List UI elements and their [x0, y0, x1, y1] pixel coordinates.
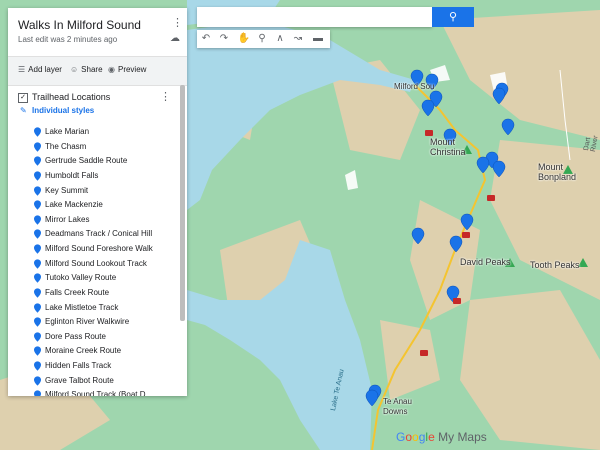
map-pin-icon	[34, 244, 41, 254]
list-item[interactable]: Milford Sound Foreshore Walk	[8, 241, 180, 256]
list-item-label: Humboldt Falls	[45, 170, 99, 180]
list-item[interactable]: Tutoko Valley Route	[8, 270, 180, 285]
list-item[interactable]: Key Summit	[8, 183, 180, 198]
map-pin-icon	[34, 141, 41, 152]
list-item-label: Milford Sound Foreshore Walk	[45, 244, 153, 253]
list-item[interactable]: Moraine Creek Route	[8, 343, 180, 358]
map-pin-icon	[34, 171, 41, 181]
map-pin-icon	[34, 127, 41, 137]
search-input[interactable]	[197, 7, 432, 27]
map-pin-icon	[34, 229, 41, 240]
list-item[interactable]: Deadmans Track / Conical Hill	[8, 226, 180, 241]
marker-icon[interactable]: ⚲	[253, 32, 271, 46]
add-layer-label: Add layer	[28, 65, 62, 74]
list-item-label: Lake Mistletoe Track	[45, 302, 119, 312]
preview-label: Preview	[117, 65, 147, 74]
map-pin-icon	[34, 185, 41, 196]
list-item-label: Gertrude Saddle Route	[45, 156, 128, 166]
milford-label: Milford Sou	[394, 82, 435, 91]
map-pin-icon	[34, 200, 41, 210]
list-item-label: Milford Sound Lookout Track	[45, 258, 147, 268]
list-item-label: Lake Marian	[45, 127, 90, 136]
more-options-icon[interactable]: ⋮	[172, 18, 183, 29]
list-item[interactable]: The Chasm	[8, 139, 180, 154]
layer-visibility-checkbox[interactable]: ✓	[18, 93, 28, 103]
te-anau-downs-label: Te Anau Downs	[383, 397, 412, 416]
google-my-maps-logo: Google My Maps	[396, 430, 487, 444]
list-item[interactable]: Gertrude Saddle Route	[8, 153, 180, 168]
list-item-label: Milford Sound Track (Boat D...	[45, 390, 153, 396]
map-pin-icon	[34, 258, 41, 269]
list-item[interactable]: Lake Marian	[8, 124, 180, 139]
list-item[interactable]: Lake Mistletoe Track	[8, 300, 180, 315]
map-pin-icon	[34, 332, 41, 342]
map-toolbar: ↶ ↷ ✋ ⚲ ∧ ↝ ▬	[197, 30, 330, 48]
layers-icon: ☰	[18, 65, 26, 74]
list-item[interactable]: Grave Talbot Route	[8, 373, 180, 388]
share-button[interactable]: ☺ Share	[70, 65, 103, 74]
map-pin-icon	[34, 361, 41, 371]
map-pin-icon	[34, 215, 41, 225]
list-item-label: Moraine Creek Route	[45, 346, 122, 356]
layer-trailhead-locations: ✓ Trailhead Locations ⋮ ✎ Individual sty…	[8, 85, 187, 396]
map-pin-icon	[34, 317, 41, 327]
map-pin-icon	[34, 302, 41, 313]
list-item-label: Mirror Lakes	[45, 214, 90, 224]
share-label: Share	[81, 65, 103, 74]
list-item-label: Falls Creek Route	[45, 287, 110, 297]
draw-line-icon[interactable]: ∧	[271, 32, 289, 46]
list-item[interactable]: Hidden Falls Track	[8, 358, 180, 373]
panel-actions: ☰ Add layer ☺ Share ◉ Preview	[8, 56, 187, 86]
undo-icon[interactable]: ↶	[197, 32, 215, 46]
list-item[interactable]: Falls Creek Route	[8, 285, 180, 300]
list-item-label: Lake Mackenzie	[45, 200, 103, 210]
david-peaks-label: David Peaks	[460, 257, 511, 267]
layer-items-list: Lake Marian The Chasm Gertrude Saddle Rout…	[8, 124, 180, 396]
search-button[interactable]: ⚲	[432, 7, 474, 27]
map-pin-icon	[34, 156, 41, 166]
hand-icon[interactable]: ✋	[235, 32, 253, 46]
list-item[interactable]: Milford Sound Track (Boat D...	[8, 387, 180, 396]
map-title[interactable]: Walks In Milford Sound	[18, 18, 141, 32]
map-pin-icon	[34, 346, 41, 357]
list-item-label: Dore Pass Route	[45, 331, 106, 341]
list-item-label: Grave Talbot Route	[45, 375, 114, 385]
add-layer-button[interactable]: ☰ Add layer	[18, 65, 62, 74]
search-icon: ⚲	[448, 11, 458, 23]
style-brush-icon: ✎	[20, 106, 27, 115]
ruler-icon[interactable]: ▬	[309, 32, 327, 46]
list-item-label: Key Summit	[45, 185, 89, 195]
dart-river-label: Dart River	[583, 135, 600, 153]
map-pin-icon	[34, 390, 41, 396]
list-item-label: Deadmans Track / Conical Hill	[45, 229, 153, 239]
map-pin-icon	[34, 375, 41, 386]
list-item[interactable]: Eglinton River Walkwire	[8, 314, 180, 329]
layer-options-icon[interactable]: ⋮	[160, 92, 171, 103]
preview-button[interactable]: ◉ Preview	[108, 65, 146, 74]
list-item[interactable]: Dore Pass Route	[8, 329, 180, 344]
tooth-peaks-label: Tooth Peaks	[530, 260, 580, 270]
list-item-label: Hidden Falls Track	[45, 361, 112, 370]
last-edit-text: Last edit was 2 minutes ago	[18, 35, 118, 44]
list-item[interactable]: Mirror Lakes	[8, 212, 180, 227]
list-item[interactable]: Humboldt Falls	[8, 168, 180, 183]
list-item-label: Eglinton River Walkwire	[45, 317, 130, 327]
map-pin-icon	[34, 273, 41, 283]
individual-styles-link[interactable]: Individual styles	[32, 106, 94, 115]
redo-icon[interactable]: ↷	[215, 32, 233, 46]
legend-panel: Walks In Milford Sound ⋮ Last edit was 2…	[8, 8, 187, 396]
map-pin-icon	[34, 288, 41, 298]
layer-title[interactable]: Trailhead Locations	[32, 92, 110, 102]
mount-bonpland-label: Mount Bonpland	[538, 162, 577, 182]
list-item[interactable]: Milford Sound Lookout Track	[8, 256, 180, 271]
directions-icon[interactable]: ↝	[289, 32, 307, 46]
list-item-label: The Chasm	[45, 141, 87, 151]
cloud-saved-icon: ☁	[170, 33, 180, 44]
mount-christina-label: Mount Christina	[430, 137, 466, 157]
add-person-icon: ☺	[70, 65, 79, 74]
scrollbar[interactable]	[180, 85, 185, 321]
eye-icon: ◉	[108, 65, 115, 74]
list-item-label: Tutoko Valley Route	[45, 273, 117, 283]
list-item[interactable]: Lake Mackenzie	[8, 197, 180, 212]
